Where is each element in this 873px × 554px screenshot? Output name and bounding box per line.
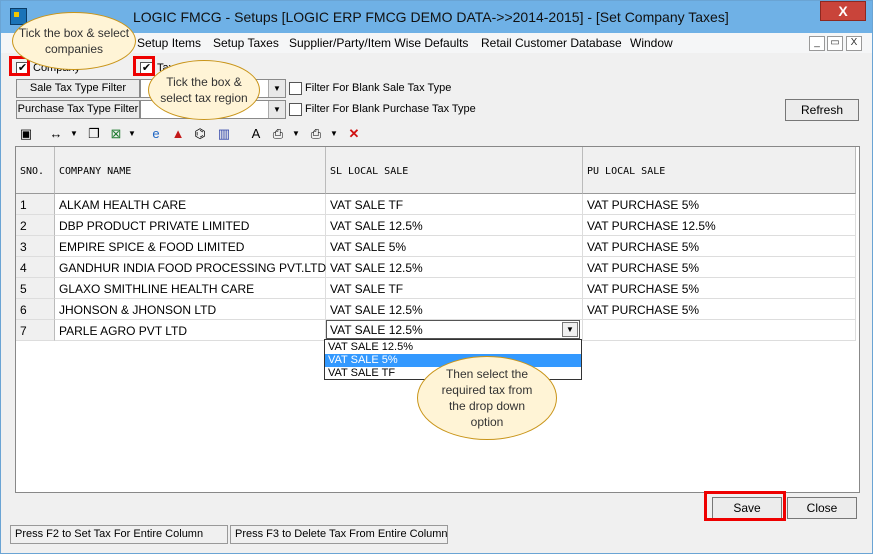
arrows-icon[interactable]: ↔ [47,125,65,143]
up-arrow-icon[interactable]: ▲ [169,125,187,143]
column-header-sno[interactable]: SNO. [16,147,55,194]
text-icon[interactable]: A [247,125,265,143]
menu-window[interactable]: Window [630,36,673,50]
status-pane-f2: Press F2 to Set Tax For Entire Column [10,525,228,544]
copy-icon[interactable]: ❐ [85,125,103,143]
sale-tax-type-filter-button[interactable]: Sale Tax Type Filter [16,79,140,98]
browser-icon[interactable]: e [147,125,165,143]
sl-tax-dropdown[interactable]: VAT SALE 12.5% ▼ [326,320,580,339]
cell-sl-local-sale[interactable]: VAT SALE 5% [326,236,583,257]
chevron-down-icon[interactable]: ▼ [123,125,141,143]
window-title: LOGIC FMCG - Setups [LOGIC ERP FMCG DEMO… [133,9,729,25]
cell-pu-local-sale[interactable]: VAT PURCHASE 5% [583,257,856,278]
menu-retail-customer-database[interactable]: Retail Customer Database [481,36,622,50]
blank-purchase-tax-label: Filter For Blank Purchase Tax Type [305,103,476,115]
menu-setup-taxes[interactable]: Setup Taxes [213,36,279,50]
chevron-down-icon[interactable]: ▼ [268,80,285,97]
column-header-pu-local-sale[interactable]: PU LOCAL SALE [583,147,856,194]
chevron-down-icon[interactable]: ▼ [65,125,83,143]
preview-icon[interactable]: ⎙ [269,125,287,143]
callout-companies: Tick the box & select companies [12,12,136,70]
cell-company-name[interactable]: DBP PRODUCT PRIVATE LIMITED [55,215,326,236]
cell-sno[interactable]: 2 [16,215,55,236]
column-header-sl-local-sale[interactable]: SL LOCAL SALE [326,147,583,194]
cell-sno[interactable]: 7 [16,320,55,341]
cell-sl-local-sale[interactable]: VAT SALE 12.5% [326,299,583,320]
window-close-button[interactable]: X [820,1,866,21]
cell-pu-local-sale[interactable]: VAT PURCHASE 5% [583,278,856,299]
cell-pu-local-sale[interactable]: VAT PURCHASE 5% [583,236,856,257]
sl-tax-dropdown-value: VAT SALE 12.5% [330,323,423,337]
cell-company-name[interactable]: EMPIRE SPICE & FOOD LIMITED [55,236,326,257]
close-button[interactable]: Close [787,497,857,519]
blank-sale-tax-label: Filter For Blank Sale Tax Type [305,82,452,94]
refresh-button[interactable]: Refresh [785,99,859,121]
cell-sno[interactable]: 3 [16,236,55,257]
cell-pu-local-sale[interactable]: VAT PURCHASE 5% [583,194,856,215]
menu-setup-items[interactable]: Setup Items [137,36,201,50]
app-window: LOGIC FMCG - Setups [LOGIC ERP FMCG DEMO… [0,0,873,554]
status-pane-f3: Press F3 to Delete Tax From Entire Colum… [230,525,448,544]
company-tax-grid[interactable]: SNO. COMPANY NAME SL LOCAL SALE PU LOCAL… [15,146,860,493]
chevron-down-icon[interactable]: ▼ [287,125,305,143]
cell-company-name[interactable]: GLAXO SMITHLINE HEALTH CARE [55,278,326,299]
chevron-down-icon[interactable]: ▼ [325,125,343,143]
mdi-restore-button[interactable]: ▭ [827,36,843,51]
cell-sl-local-sale[interactable]: VAT SALE TF [326,194,583,215]
cell-pu-local-sale[interactable]: VAT PURCHASE 12.5% [583,215,856,236]
chevron-down-icon[interactable]: ▼ [268,101,285,118]
cell-sno[interactable]: 5 [16,278,55,299]
column-header-company-name[interactable]: COMPANY NAME [55,147,326,194]
cell-sl-local-sale[interactable]: VAT SALE 12.5% [326,257,583,278]
cell-sl-local-sale[interactable]: VAT SALE 12.5% [326,215,583,236]
cell-company-name[interactable]: JHONSON & JHONSON LTD [55,299,326,320]
save-icon[interactable]: ▣ [17,125,35,143]
cell-sno[interactable]: 4 [16,257,55,278]
blank-purchase-tax-checkbox[interactable] [289,103,302,116]
mdi-close-button[interactable]: X [846,36,862,51]
cell-sno[interactable]: 1 [16,194,55,215]
print-icon[interactable]: ⎙ [307,125,325,143]
cell-pu-local-sale[interactable]: VAT PURCHASE 5% [583,299,856,320]
save-button-highlight [704,491,786,521]
cell-company-name[interactable]: GANDHUR INDIA FOOD PROCESSING PVT.LTD [55,257,326,278]
cell-sl-local-sale[interactable]: VAT SALE TF [326,278,583,299]
cell-company-name[interactable]: ALKAM HEALTH CARE [55,194,326,215]
chevron-down-icon[interactable]: ▼ [562,322,578,337]
menu-supplier-defaults[interactable]: Supplier/Party/Item Wise Defaults [289,36,468,50]
toolbar: ▣ ↔ ▼ ❐ ⊠ ▼ e ▲ ⌬ ▥ A ⎙ ▼ ⎙ ▼ ✕ [15,123,860,145]
cell-sno[interactable]: 6 [16,299,55,320]
cell-company-name[interactable]: PARLE AGRO PVT LTD [55,320,326,341]
binoculars-icon[interactable]: ⌬ [191,125,209,143]
purchase-tax-type-filter-button[interactable]: Purchase Tax Type Filter [16,100,140,119]
blank-sale-tax-checkbox[interactable] [289,82,302,95]
callout-dropdown: Then select the required tax from the dr… [417,356,557,440]
callout-tax-region: Tick the box & select tax region [148,60,260,120]
dropdown-option[interactable]: VAT SALE 12.5% [325,341,581,354]
tax-checkbox-highlight [133,56,155,76]
mdi-minimize-button[interactable]: _ [809,36,825,51]
cell-pu-local-sale[interactable] [583,320,856,341]
delete-icon[interactable]: ✕ [345,125,363,143]
chart-icon[interactable]: ▥ [215,125,233,143]
